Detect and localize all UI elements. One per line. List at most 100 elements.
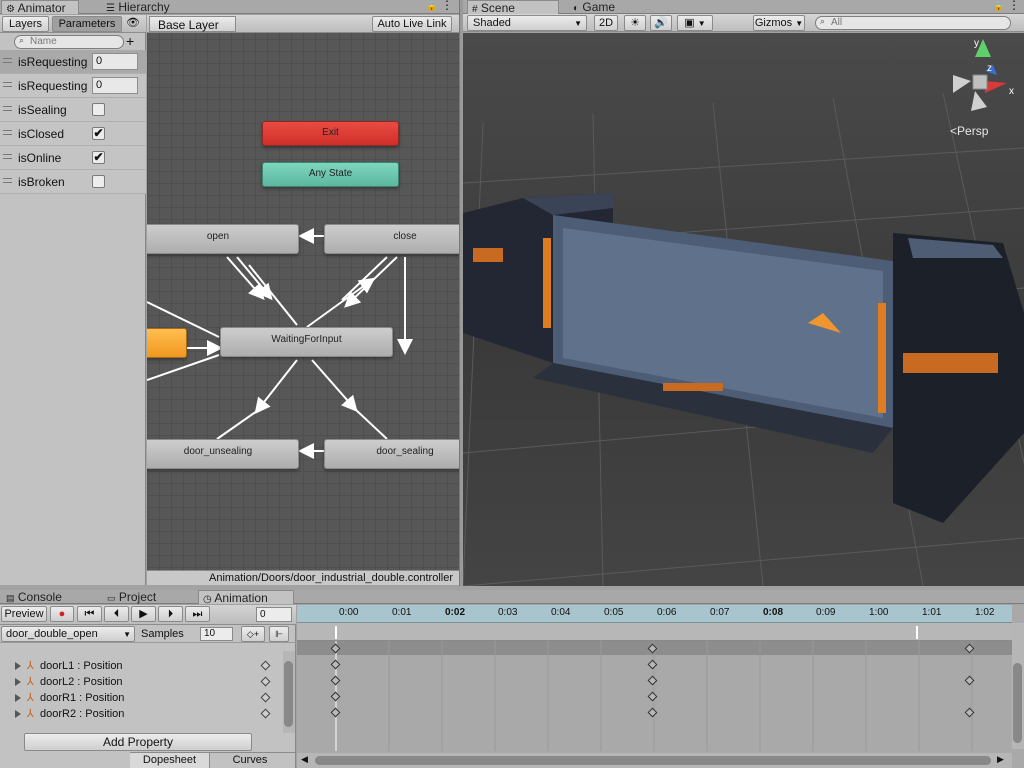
property-track[interactable]: ⅄ doorL2 : Position [0,674,296,690]
parameter-checkbox[interactable] [92,103,105,116]
keyframe-toggle-icon[interactable] [260,660,271,671]
scrollbar-thumb[interactable] [315,756,991,765]
parameter-checkbox[interactable] [92,175,105,188]
first-keyframe-button[interactable]: ⏮ [77,606,102,622]
state-node-waiting[interactable]: WaitingForInput [220,327,393,357]
state-machine-graph[interactable]: Base Layer Auto Live Link Exit Any State [147,15,459,585]
add-parameter-icon[interactable]: + [126,33,134,49]
frame-field[interactable]: 0 [256,607,292,622]
state-node-open[interactable]: open [147,224,299,254]
dopesheet-area[interactable]: 0:00 0:01 0:02 0:03 0:04 0:05 0:06 0:07 … [297,605,1024,768]
time-ruler[interactable]: 0:00 0:01 0:02 0:03 0:04 0:05 0:06 0:07 … [297,605,1012,623]
scrollbar-thumb[interactable] [284,661,293,727]
tab-scene[interactable]: # Scene [467,0,559,15]
panel-menu-icon[interactable]: ⋮ [441,0,453,12]
any-state-node[interactable]: Any State [262,162,399,187]
drag-handle-icon[interactable] [3,106,12,111]
parameter-row[interactable]: isBroken [0,170,146,194]
next-keyframe-button[interactable]: ⏵ [158,606,183,622]
add-event-button[interactable]: ⊩ [269,626,289,642]
tab-game[interactable]: ◐ Game [569,0,639,14]
transition-arrow[interactable] [354,408,388,440]
panel-menu-icon[interactable]: ⋮ [1008,0,1020,12]
samples-field[interactable]: 10 [200,627,233,641]
property-track[interactable]: ⅄ doorR1 : Position [0,690,296,706]
tab-hierarchy[interactable]: ☰ Hierarchy [102,0,192,14]
x-axis-cone[interactable] [985,81,1007,93]
curves-tab[interactable]: Curves [210,753,290,768]
clip-end-marker[interactable] [916,626,918,639]
expand-arrow-icon[interactable] [15,662,21,670]
preview-toggle[interactable]: Preview [1,606,47,622]
scroll-left-icon[interactable]: ◀ [301,754,308,765]
clip-dropdown[interactable]: door_double_open ▼ [1,626,135,642]
play-button[interactable]: ▶ [131,606,156,622]
keyframe-toggle-icon[interactable] [260,676,271,687]
lighting-toggle[interactable]: ☀ [624,15,646,31]
entry-state-node[interactable] [147,328,187,358]
expand-arrow-icon[interactable] [15,710,21,718]
dopesheet-hscrollbar[interactable]: ◀ ▶ [297,753,1012,768]
tracks-scrollbar[interactable] [283,651,295,733]
state-node-door-sealing[interactable]: door_sealing [324,439,459,469]
drag-handle-icon[interactable] [3,82,12,87]
drag-handle-icon[interactable] [3,154,12,159]
tab-console[interactable]: ▤ Console [2,590,80,604]
transition-arrow[interactable] [147,354,220,381]
lock-icon[interactable]: 🔒 [426,1,437,12]
parameter-row[interactable]: isRequestingClose 0 [0,74,146,98]
dopesheet-vscrollbar[interactable] [1012,623,1024,749]
transition-arrow[interactable] [341,256,388,301]
projection-label[interactable]: <Persp [950,124,988,138]
parameter-row[interactable]: isRequestingOpen 0 [0,50,146,74]
keyframe-toggle-icon[interactable] [260,692,271,703]
transition-arrow[interactable] [226,256,265,301]
prev-keyframe-button[interactable]: ⏴ [104,606,129,622]
state-node-close[interactable]: close [324,224,459,254]
transition-arrow[interactable] [254,359,298,415]
drag-handle-icon[interactable] [3,178,12,183]
gizmos-dropdown[interactable]: Gizmos ▼ [753,15,805,31]
lock-icon[interactable]: 🔒 [993,1,1004,12]
parameter-row[interactable]: isSealing [0,98,146,122]
scene-viewport[interactable]: y z x <Persp [463,33,1024,586]
add-property-button[interactable]: Add Property [24,733,252,751]
parameter-search[interactable]: ⌕ Name [14,35,124,49]
parameters-tab[interactable]: Parameters [52,16,122,32]
last-keyframe-button[interactable]: ⏭ [185,606,210,622]
transition-arrow[interactable] [311,359,358,413]
add-keyframe-button[interactable]: ◇+ [241,626,265,642]
drag-handle-icon[interactable] [3,130,12,135]
scroll-right-icon[interactable]: ▶ [997,754,1004,765]
scene-search[interactable]: ⌕ All [815,16,1011,30]
record-button[interactable]: ● [50,606,74,622]
parameter-checkbox[interactable]: ✔ [92,127,105,140]
event-lane[interactable] [297,623,1012,641]
neg-y-axis-cone[interactable] [971,91,987,111]
parameter-int-field[interactable]: 0 [92,53,138,70]
property-track[interactable]: ⅄ doorL1 : Position [0,658,296,674]
orientation-gizmo[interactable] [945,35,1021,125]
tab-animator[interactable]: ⚙ Animator [1,0,79,15]
parameter-row[interactable]: isOnline ✔ [0,146,146,170]
keyframe-toggle-icon[interactable] [260,708,271,719]
expand-arrow-icon[interactable] [15,694,21,702]
tab-project[interactable]: ▭ Project [103,590,183,604]
parameter-int-field[interactable]: 0 [92,77,138,94]
state-node-door-unsealing[interactable]: door_unsealing [147,439,299,469]
transition-arrow[interactable] [248,264,298,326]
gizmo-center-cube[interactable] [972,74,988,90]
shading-dropdown[interactable]: Shaded ▼ [467,15,587,31]
transition-arrow[interactable] [216,410,258,440]
expand-arrow-icon[interactable] [15,678,21,686]
transition-arrow[interactable] [306,277,376,328]
property-track[interactable]: ⅄ doorR2 : Position [0,706,296,722]
drag-handle-icon[interactable] [3,58,12,63]
transition-arrow[interactable] [236,256,273,301]
exit-state-node[interactable]: Exit [262,121,399,146]
layers-tab[interactable]: Layers [2,16,49,32]
parameter-row[interactable]: isClosed ✔ [0,122,146,146]
clip-start-marker[interactable] [335,626,337,639]
2d-toggle[interactable]: 2D [594,15,618,31]
effects-dropdown[interactable]: ▣ ▼ [677,15,713,31]
